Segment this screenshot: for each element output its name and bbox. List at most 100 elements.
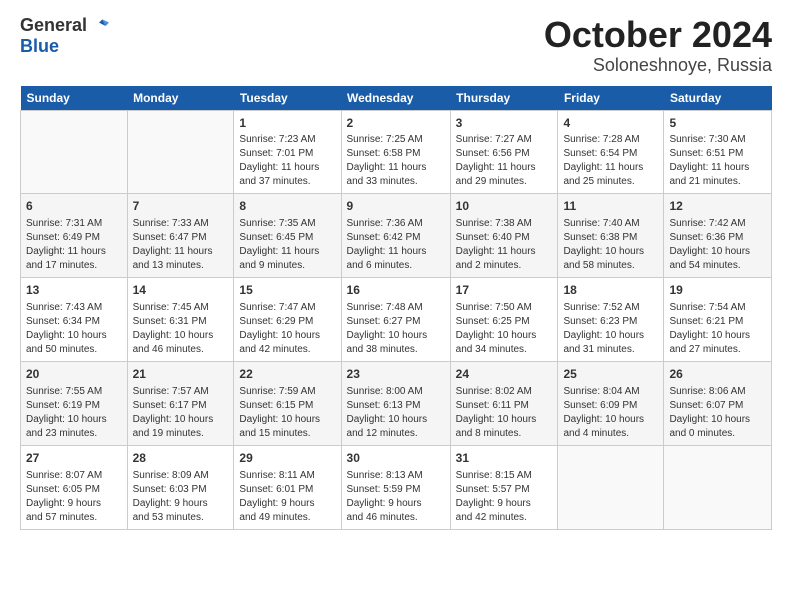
day-number: 3 (456, 115, 553, 132)
calendar-cell: 8Sunrise: 7:35 AMSunset: 6:45 PMDaylight… (234, 194, 341, 278)
day-number: 25 (563, 366, 658, 383)
calendar-cell: 11Sunrise: 7:40 AMSunset: 6:38 PMDayligh… (558, 194, 664, 278)
day-info-line: Daylight: 11 hours (239, 161, 335, 175)
day-info-line: Daylight: 10 hours (347, 329, 445, 343)
day-number: 27 (26, 450, 122, 467)
day-info-line: Sunset: 6:01 PM (239, 483, 335, 497)
day-number: 29 (239, 450, 335, 467)
day-info-line: Sunset: 6:11 PM (456, 399, 553, 413)
day-info-line: Sunrise: 8:15 AM (456, 469, 553, 483)
calendar-cell: 7Sunrise: 7:33 AMSunset: 6:47 PMDaylight… (127, 194, 234, 278)
day-info-line: Daylight: 11 hours (456, 161, 553, 175)
day-info-line: and 53 minutes. (133, 511, 229, 525)
calendar-row-2: 13Sunrise: 7:43 AMSunset: 6:34 PMDayligh… (21, 278, 772, 362)
day-info-line: and 23 minutes. (26, 427, 122, 441)
day-info-line: Sunset: 6:17 PM (133, 399, 229, 413)
logo-blue-text: Blue (20, 36, 59, 57)
day-number: 26 (669, 366, 766, 383)
weekday-header-row: SundayMondayTuesdayWednesdayThursdayFrid… (21, 86, 772, 111)
day-number: 21 (133, 366, 229, 383)
day-info-line: Sunset: 7:01 PM (239, 147, 335, 161)
calendar-cell (558, 445, 664, 529)
day-info-line: Sunrise: 7:30 AM (669, 133, 766, 147)
day-number: 28 (133, 450, 229, 467)
day-info-line: Daylight: 10 hours (239, 329, 335, 343)
day-info-line: Daylight: 10 hours (26, 413, 122, 427)
calendar-cell: 1Sunrise: 7:23 AMSunset: 7:01 PMDaylight… (234, 110, 341, 194)
day-info-line: and 46 minutes. (133, 343, 229, 357)
day-number: 20 (26, 366, 122, 383)
day-info-line: and 38 minutes. (347, 343, 445, 357)
day-info-line: Sunrise: 7:45 AM (133, 301, 229, 315)
day-info-line: Sunrise: 8:09 AM (133, 469, 229, 483)
day-info-line: Daylight: 10 hours (456, 329, 553, 343)
day-info-line: Sunset: 6:23 PM (563, 315, 658, 329)
day-number: 1 (239, 115, 335, 132)
calendar-cell: 19Sunrise: 7:54 AMSunset: 6:21 PMDayligh… (664, 278, 772, 362)
day-info-line: Sunrise: 8:07 AM (26, 469, 122, 483)
calendar-cell: 4Sunrise: 7:28 AMSunset: 6:54 PMDaylight… (558, 110, 664, 194)
day-info-line: and 50 minutes. (26, 343, 122, 357)
day-number: 8 (239, 198, 335, 215)
day-info-line: Sunset: 6:42 PM (347, 231, 445, 245)
day-info-line: and 15 minutes. (239, 427, 335, 441)
day-info-line: and 37 minutes. (239, 175, 335, 189)
header: General Blue October 2024 Soloneshnoye, … (20, 15, 772, 76)
day-info-line: Sunset: 6:25 PM (456, 315, 553, 329)
day-info-line: Sunset: 6:58 PM (347, 147, 445, 161)
location-title: Soloneshnoye, Russia (544, 55, 772, 76)
day-info-line: Sunrise: 7:33 AM (133, 217, 229, 231)
day-info-line: Sunrise: 8:02 AM (456, 385, 553, 399)
day-info-line: and 4 minutes. (563, 427, 658, 441)
day-info-line: Daylight: 10 hours (133, 329, 229, 343)
day-info-line: and 21 minutes. (669, 175, 766, 189)
day-info-line: and 12 minutes. (347, 427, 445, 441)
day-info-line: and 2 minutes. (456, 259, 553, 273)
calendar-cell: 29Sunrise: 8:11 AMSunset: 6:01 PMDayligh… (234, 445, 341, 529)
day-info-line: Sunset: 6:34 PM (26, 315, 122, 329)
day-info-line: Sunset: 6:40 PM (456, 231, 553, 245)
day-info-line: and 54 minutes. (669, 259, 766, 273)
calendar-cell: 9Sunrise: 7:36 AMSunset: 6:42 PMDaylight… (341, 194, 450, 278)
day-info-line: and 31 minutes. (563, 343, 658, 357)
calendar-cell: 6Sunrise: 7:31 AMSunset: 6:49 PMDaylight… (21, 194, 128, 278)
calendar-cell: 14Sunrise: 7:45 AMSunset: 6:31 PMDayligh… (127, 278, 234, 362)
day-info-line: Sunrise: 8:06 AM (669, 385, 766, 399)
day-info-line: Daylight: 11 hours (563, 161, 658, 175)
day-info-line: Daylight: 10 hours (669, 245, 766, 259)
day-info-line: Sunset: 6:21 PM (669, 315, 766, 329)
day-info-line: Daylight: 10 hours (563, 413, 658, 427)
calendar-cell: 22Sunrise: 7:59 AMSunset: 6:15 PMDayligh… (234, 361, 341, 445)
day-info-line: Sunset: 6:15 PM (239, 399, 335, 413)
day-info-line: Daylight: 11 hours (26, 245, 122, 259)
day-number: 11 (563, 198, 658, 215)
day-info-line: Daylight: 11 hours (347, 161, 445, 175)
day-info-line: Sunset: 6:27 PM (347, 315, 445, 329)
day-number: 12 (669, 198, 766, 215)
day-info-line: and 8 minutes. (456, 427, 553, 441)
day-info-line: Sunset: 5:57 PM (456, 483, 553, 497)
weekday-header-sunday: Sunday (21, 86, 128, 111)
day-info-line: Sunrise: 7:28 AM (563, 133, 658, 147)
calendar-cell: 2Sunrise: 7:25 AMSunset: 6:58 PMDaylight… (341, 110, 450, 194)
day-number: 5 (669, 115, 766, 132)
day-info-line: and 33 minutes. (347, 175, 445, 189)
day-number: 23 (347, 366, 445, 383)
day-info-line: Sunset: 6:47 PM (133, 231, 229, 245)
day-number: 4 (563, 115, 658, 132)
calendar-cell: 15Sunrise: 7:47 AMSunset: 6:29 PMDayligh… (234, 278, 341, 362)
day-info-line: and 9 minutes. (239, 259, 335, 273)
logo-bird-icon (89, 16, 109, 36)
calendar-cell: 18Sunrise: 7:52 AMSunset: 6:23 PMDayligh… (558, 278, 664, 362)
weekday-header-saturday: Saturday (664, 86, 772, 111)
page: General Blue October 2024 Soloneshnoye, … (0, 0, 792, 540)
day-info-line: and 29 minutes. (456, 175, 553, 189)
day-info-line: and 27 minutes. (669, 343, 766, 357)
day-number: 31 (456, 450, 553, 467)
day-number: 30 (347, 450, 445, 467)
day-info-line: Daylight: 11 hours (347, 245, 445, 259)
day-info-line: and 46 minutes. (347, 511, 445, 525)
day-number: 7 (133, 198, 229, 215)
day-info-line: Sunset: 6:13 PM (347, 399, 445, 413)
day-info-line: Sunrise: 7:43 AM (26, 301, 122, 315)
